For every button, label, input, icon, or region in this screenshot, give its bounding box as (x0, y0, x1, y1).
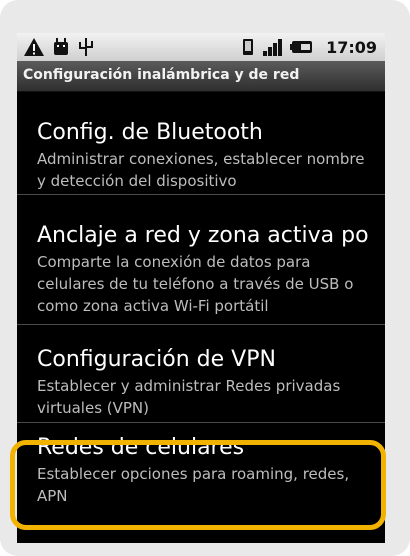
vibrate-icon (243, 39, 254, 55)
settings-item-title: Anclaje a red y zona activa po (37, 223, 369, 248)
settings-item-title: Config. de Bluetooth (37, 120, 263, 145)
settings-item-subtitle: Administrar conexiones, establecer nombr… (37, 150, 365, 190)
page-title: Configuración inalámbrica y de red (23, 67, 300, 83)
battery-icon (290, 41, 313, 53)
android-debug-icon (54, 38, 68, 55)
page-title-bar: Configuración inalámbrica y de red (17, 61, 385, 92)
highlight-ring (10, 440, 386, 530)
usb-icon (79, 38, 93, 56)
settings-item-bluetooth[interactable]: Config. de Bluetooth Administrar conexio… (17, 92, 385, 195)
signal-icon (263, 39, 283, 56)
settings-item-subtitle: Establecer y administrar Redes privadas … (37, 377, 341, 417)
status-time: 17:09 (326, 37, 377, 57)
settings-item-tethering[interactable]: Anclaje a red y zona activa po Comparte … (17, 195, 385, 325)
settings-item-title: Configuración de VPN (37, 347, 276, 372)
status-bar: 17:09 (17, 33, 385, 61)
warning-icon (24, 38, 44, 56)
settings-item-vpn[interactable]: Configuración de VPN Establecer y admini… (17, 325, 385, 423)
settings-item-subtitle: Comparte la conexión de datos para celul… (37, 253, 354, 315)
